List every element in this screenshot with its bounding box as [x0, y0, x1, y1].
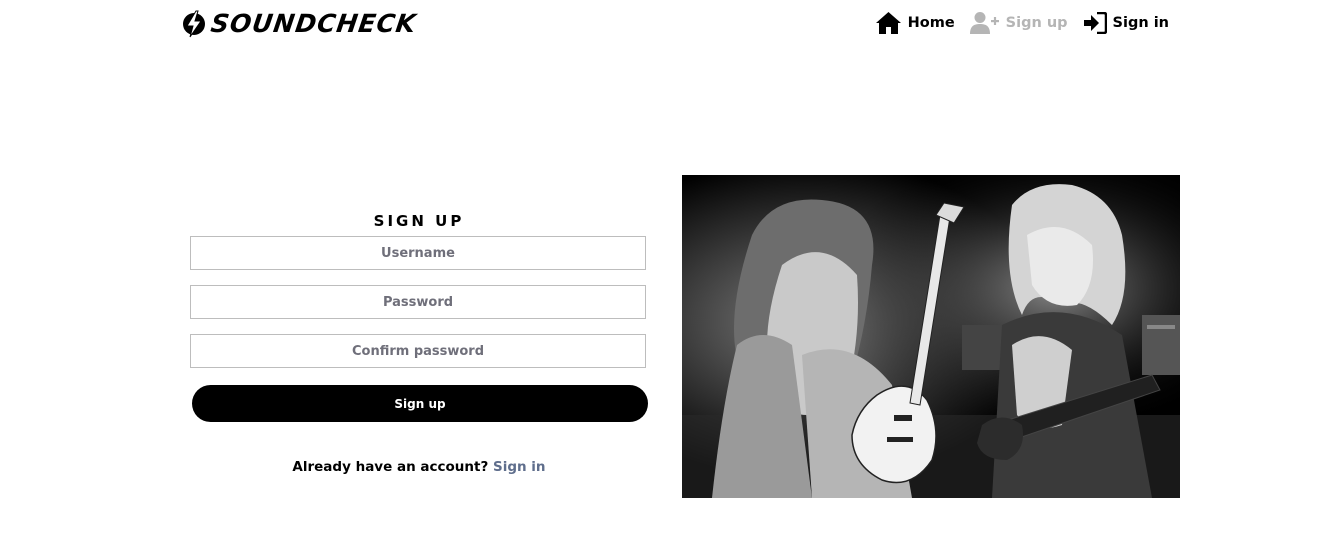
nav-signup[interactable]: Sign up — [969, 11, 1068, 35]
nav-signup-label: Sign up — [1005, 15, 1068, 31]
confirm-password-input[interactable] — [190, 334, 646, 368]
brand-name: SOUNDCHECK — [209, 9, 419, 38]
concert-photo — [682, 175, 1180, 498]
nav-home-label: Home — [907, 15, 955, 31]
username-input[interactable] — [190, 236, 646, 270]
password-input[interactable] — [190, 285, 646, 319]
signin-link[interactable]: Sign in — [493, 459, 546, 475]
nav-signin-label: Sign in — [1112, 15, 1169, 31]
signup-button[interactable]: Sign up — [192, 385, 648, 422]
home-icon — [875, 12, 901, 34]
nav-signin[interactable]: Sign in — [1083, 12, 1169, 34]
nav-home[interactable]: Home — [875, 11, 955, 35]
main-nav: Home Sign up Sign in — [875, 11, 1169, 35]
signup-form: SIGN UP Sign up Already have an account?… — [190, 212, 648, 475]
lightning-icon — [183, 10, 205, 38]
signin-prompt: Already have an account? Sign in — [190, 459, 648, 475]
concert-photo-illustration — [682, 175, 1180, 498]
brand-logo[interactable]: SOUNDCHECK — [181, 9, 419, 39]
form-title: SIGN UP — [373, 212, 465, 230]
already-text: Already have an account? — [292, 459, 489, 475]
sign-in-icon — [1083, 12, 1107, 34]
user-plus-icon — [969, 12, 999, 34]
